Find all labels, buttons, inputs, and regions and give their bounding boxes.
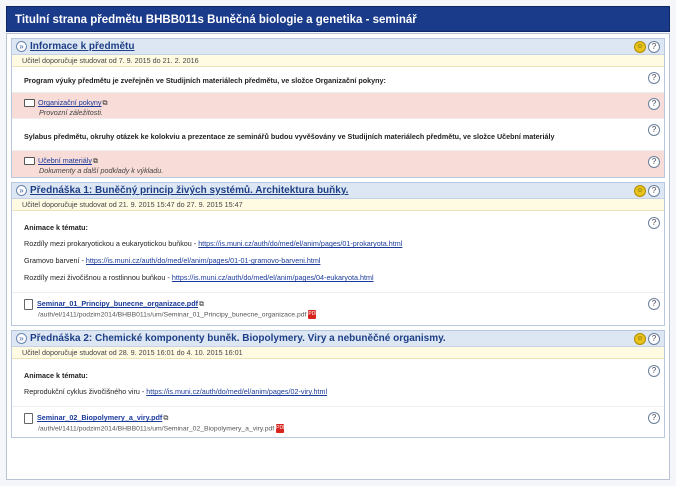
item-text: Sylabus předmětu, okruhy otázek ke kolok… [24, 132, 555, 141]
list-item: Sylabus předmětu, okruhy otázek ke kolok… [12, 119, 664, 151]
section-title-link[interactable]: Přednáška 1: Buněčný princip živých syst… [30, 185, 348, 196]
file-path-line: /auth/el/1411/podzim2014/BHBB011s/um/Sem… [24, 310, 642, 319]
animation-link[interactable]: https://is.muni.cz/auth/do/med/el/anim/p… [146, 387, 327, 396]
study-date: Učitel doporučuje studovat od 7. 9. 2015… [12, 55, 664, 67]
help-icon[interactable]: ? [648, 185, 660, 197]
section-header-icons: ☺ ? [634, 333, 660, 345]
list-item: Seminar_02_Biopolymery_a_viry.pdf⧉ /auth… [12, 407, 664, 437]
folder-icon [24, 99, 35, 108]
collapse-toggle-icon[interactable]: » [16, 185, 27, 196]
help-icon[interactable]: ? [648, 412, 660, 424]
file-path: /auth/el/1411/podzim2014/BHBB011s/um/Sem… [38, 311, 307, 319]
section-info: » Informace k předmětu ☺ ? Učitel doporu… [11, 38, 665, 178]
pdf-icon[interactable]: PDF [308, 310, 318, 319]
animation-text: Reprodukční cyklus živočišného viru - [24, 387, 147, 396]
animation-line: Rozdíly mezi prokaryotickou a eukaryotic… [24, 239, 642, 248]
help-icon[interactable]: ? [648, 365, 660, 377]
file-link[interactable]: Seminar_01_Principy_bunecne_organizace.p… [37, 299, 198, 308]
animation-line: Reprodukční cyklus živočišného viru - ht… [24, 387, 642, 396]
file-icon [24, 413, 33, 424]
folder-description: Provozní záležitosti. [39, 108, 103, 117]
help-icon[interactable]: ? [648, 333, 660, 345]
list-item: Animace k tématu: Rozdíly mezi prokaryot… [12, 211, 664, 293]
item-heading: Animace k tématu: [24, 371, 88, 380]
external-icon[interactable]: ⧉ [93, 158, 98, 165]
section-header-icons: ☺ ? [634, 185, 660, 197]
help-icon[interactable]: ? [648, 156, 660, 168]
status-icon[interactable]: ☺ [634, 41, 646, 53]
status-icon[interactable]: ☺ [634, 185, 646, 197]
section-title-link[interactable]: Informace k předmětu [30, 41, 134, 52]
animation-link[interactable]: https://is.muni.cz/auth/do/med/el/anim/p… [198, 239, 402, 248]
status-icon[interactable]: ☺ [634, 333, 646, 345]
list-item: Učební materiály⧉ Dokumenty a další podk… [12, 151, 664, 177]
animation-line: Rozdíly mezi živočišnou a rostlinnou buň… [24, 273, 642, 282]
help-icon[interactable]: ? [648, 98, 660, 110]
animation-link[interactable]: https://is.muni.cz/auth/do/med/el/anim/p… [86, 256, 321, 265]
help-icon[interactable]: ? [648, 298, 660, 310]
file-icon [24, 299, 33, 310]
section-lecture-2: » Přednáška 2: Chemické komponenty buněk… [11, 330, 665, 438]
help-icon[interactable]: ? [648, 124, 660, 136]
section-header: » Přednáška 2: Chemické komponenty buněk… [12, 331, 664, 347]
help-icon[interactable]: ? [648, 217, 660, 229]
animation-link[interactable]: https://is.muni.cz/auth/do/med/el/anim/p… [172, 273, 374, 282]
external-icon[interactable]: ⧉ [163, 415, 168, 422]
folder-link[interactable]: Organizační pokyny [38, 98, 102, 107]
file-path: /auth/el/1411/podzim2014/BHBB011s/um/Sem… [38, 425, 275, 433]
animation-text: Gramovo barvení - [24, 256, 86, 265]
section-lecture-1: » Přednáška 1: Buněčný princip živých sy… [11, 182, 665, 326]
external-icon[interactable]: ⧉ [199, 301, 204, 308]
collapse-toggle-icon[interactable]: » [16, 333, 27, 344]
list-item: Organizační pokyny⧉ Provozní záležitosti… [12, 93, 664, 119]
help-icon[interactable]: ? [648, 41, 660, 53]
animation-text: Rozdíly mezi prokaryotickou a eukaryotic… [24, 239, 199, 248]
page-frame: Titulní strana předmětu BHBB011s Buněčná… [0, 0, 676, 486]
list-item: Program výuky předmětu je zveřejněn ve S… [12, 67, 664, 93]
file-path-line: /auth/el/1411/podzim2014/BHBB011s/um/Sem… [24, 424, 642, 433]
animation-text: Rozdíly mezi živočišnou a rostlinnou buň… [24, 273, 172, 282]
external-icon[interactable]: ⧉ [103, 100, 108, 107]
section-header: » Informace k předmětu ☺ ? [12, 39, 664, 55]
list-item: Animace k tématu: Reprodukční cyklus živ… [12, 359, 664, 407]
folder-link[interactable]: Učební materiály [38, 156, 92, 165]
collapse-toggle-icon[interactable]: » [16, 41, 27, 52]
folder-description: Dokumenty a další podklady k výkladu. [39, 166, 164, 175]
pdf-icon[interactable]: PDF [276, 424, 286, 433]
help-icon[interactable]: ? [648, 72, 660, 84]
page-title: Titulní strana předmětu BHBB011s Buněčná… [6, 6, 670, 32]
study-date: Učitel doporučuje studovat od 28. 9. 201… [12, 347, 664, 359]
main-content: » Informace k předmětu ☺ ? Učitel doporu… [6, 33, 670, 480]
section-header-icons: ☺ ? [634, 41, 660, 53]
folder-icon [24, 157, 35, 166]
item-heading: Animace k tématu: [24, 223, 88, 232]
study-date: Učitel doporučuje studovat od 21. 9. 201… [12, 199, 664, 211]
item-text: Program výuky předmětu je zveřejněn ve S… [24, 76, 386, 85]
animation-line: Gramovo barvení - https://is.muni.cz/aut… [24, 256, 642, 265]
section-header: » Přednáška 1: Buněčný princip živých sy… [12, 183, 664, 199]
section-title-link[interactable]: Přednáška 2: Chemické komponenty buněk. … [30, 333, 446, 344]
list-item: Seminar_01_Principy_bunecne_organizace.p… [12, 293, 664, 325]
file-link[interactable]: Seminar_02_Biopolymery_a_viry.pdf [37, 413, 162, 422]
